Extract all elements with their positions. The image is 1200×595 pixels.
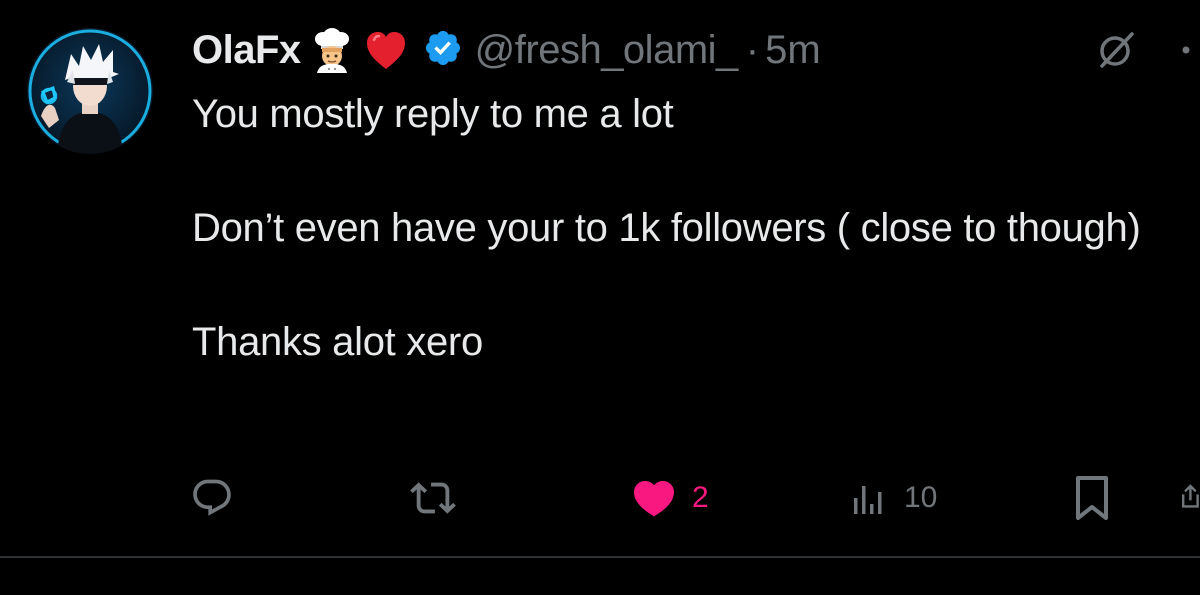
retweet-icon: [410, 482, 456, 514]
share-icon: [1182, 484, 1199, 508]
share-button[interactable]: [1176, 470, 1200, 526]
bookmark-icon: [1076, 476, 1108, 520]
display-name[interactable]: OlaFx: [192, 28, 301, 73]
tweet-actions-bar: 2 10: [0, 470, 1200, 526]
tweet-text: You mostly reply to me a lot Don’t even …: [192, 86, 1182, 371]
author-handle[interactable]: @fresh_olami_: [475, 28, 739, 73]
cook-emoji: [309, 27, 355, 73]
tweet-text-line: Don’t even have your to 1k followers ( c…: [192, 206, 1141, 250]
separator-dot: ·: [745, 27, 760, 72]
retweet-button[interactable]: [410, 470, 470, 526]
avatar-image: [27, 28, 153, 154]
views-count: 10: [904, 481, 938, 514]
bookmark-button[interactable]: [1070, 470, 1114, 526]
tweet-header: OlaFx @fresh_olami_ · 5m: [192, 22, 821, 78]
more-options-icon[interactable]: [1168, 28, 1200, 72]
like-button[interactable]: 2: [630, 470, 709, 526]
reply-icon: [193, 479, 231, 516]
heart-filled-icon: [633, 481, 675, 517]
grok-icon[interactable]: [1094, 28, 1138, 77]
red-heart-emoji: [363, 27, 409, 73]
views-button[interactable]: 10: [850, 470, 937, 526]
tweet[interactable]: OlaFx @fresh_olami_ · 5m You mostly repl…: [0, 0, 1200, 595]
avatar[interactable]: [27, 28, 153, 154]
timestamp[interactable]: 5m: [765, 28, 821, 73]
views-bar-chart-icon: [854, 486, 882, 514]
tweet-text-line: Thanks alot xero: [192, 320, 483, 364]
divider: [0, 556, 1200, 558]
like-count: 2: [692, 481, 709, 514]
verified-badge-icon[interactable]: [423, 28, 463, 73]
tweet-text-line: You mostly reply to me a lot: [192, 92, 674, 136]
reply-button[interactable]: [190, 470, 248, 526]
